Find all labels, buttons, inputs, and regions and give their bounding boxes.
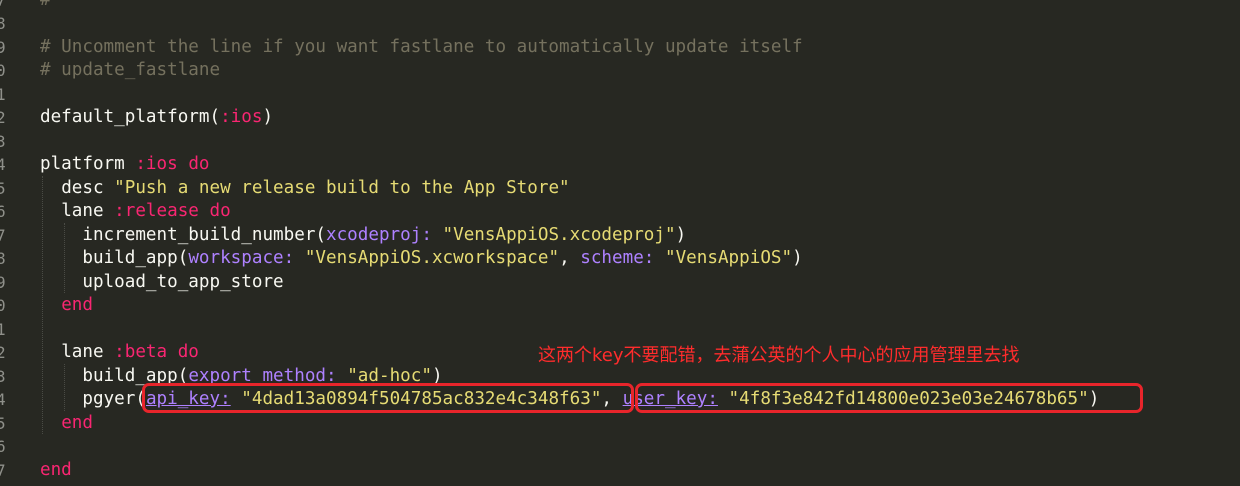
function-call: lane bbox=[61, 201, 104, 221]
code-line[interactable]: platform :ios do bbox=[40, 153, 210, 177]
code-line[interactable]: desc "Push a new release build to the Ap… bbox=[40, 177, 570, 201]
function-call: build_app( bbox=[82, 248, 189, 268]
line-number: 2 bbox=[0, 108, 6, 127]
function-call: desc bbox=[61, 177, 104, 198]
comment: # bbox=[40, 0, 51, 10]
symbol: :ios bbox=[135, 154, 178, 174]
paren: ) bbox=[262, 107, 274, 127]
symbol: :ios bbox=[220, 107, 263, 127]
symbol: :release bbox=[114, 201, 199, 221]
code-line[interactable]: default_platform(:ios) bbox=[40, 106, 273, 130]
comment: # Uncomment the line if you want fastlan… bbox=[40, 36, 803, 57]
code-line[interactable]: end bbox=[40, 294, 93, 318]
keyword: end bbox=[40, 459, 72, 480]
keyword: do bbox=[188, 154, 210, 174]
line-number: 0 bbox=[0, 296, 6, 315]
argument-key: xcodeproj: bbox=[326, 224, 432, 245]
comma: , bbox=[559, 248, 570, 268]
string-literal: "VensAppiOS.xcworkspace" bbox=[304, 248, 560, 268]
argument-key: scheme: bbox=[580, 248, 655, 268]
line-number: 7 bbox=[0, 0, 6, 10]
annotation-note: 这两个key不要配错，去蒲公英的个人中心的应用管理里去找 bbox=[538, 345, 1020, 366]
keyword: end bbox=[61, 412, 93, 433]
argument-key: workspace: bbox=[188, 248, 295, 268]
code-line[interactable]: # bbox=[40, 0, 51, 13]
function-call: lane bbox=[61, 342, 104, 362]
line-number: 7 bbox=[0, 460, 6, 480]
code-line[interactable]: build_app(workspace: "VensAppiOS.xcworks… bbox=[40, 247, 803, 271]
code-line[interactable]: upload_to_app_store bbox=[40, 271, 284, 295]
line-number: 8 bbox=[0, 249, 6, 268]
paren: ) bbox=[675, 224, 687, 245]
keyword: end bbox=[61, 295, 93, 315]
string-literal: "VensAppiOS.xcodeproj" bbox=[442, 224, 676, 245]
line-number: 8 bbox=[0, 14, 6, 33]
line-number: 9 bbox=[0, 37, 6, 57]
keyword: do bbox=[209, 201, 231, 221]
line-number: 9 bbox=[0, 272, 6, 292]
line-number: 1 bbox=[0, 319, 6, 339]
line-number: 0 bbox=[0, 61, 6, 80]
code-line[interactable]: lane :release do bbox=[40, 200, 231, 224]
line-number: 5 bbox=[0, 413, 6, 433]
line-number: 2 bbox=[0, 343, 6, 362]
string-literal: "VensAppiOS" bbox=[665, 248, 793, 268]
line-number-gutter: 7 8 9 0 1 2 3 4 5 6 7 8 9 0 1 2 3 4 5 6 … bbox=[0, 0, 30, 486]
string-literal: "Push a new release build to the App Sto… bbox=[114, 177, 570, 198]
function-call: increment_build_number( bbox=[82, 224, 326, 245]
paren: ) bbox=[792, 248, 803, 268]
code-line[interactable]: end bbox=[40, 459, 72, 483]
symbol: :beta bbox=[114, 342, 168, 362]
function-call: default_platform( bbox=[40, 107, 221, 127]
line-number: 3 bbox=[0, 131, 6, 151]
line-number: 4 bbox=[0, 390, 6, 409]
line-number: 7 bbox=[0, 225, 6, 245]
comment: # update_fastlane bbox=[40, 60, 221, 80]
code-line[interactable]: increment_build_number(xcodeproj: "VensA… bbox=[40, 224, 686, 248]
line-number: 6 bbox=[0, 437, 6, 456]
code-editor[interactable]: 7 8 9 0 1 2 3 4 5 6 7 8 9 0 1 2 3 4 5 6 … bbox=[0, 0, 1240, 486]
code-line[interactable]: # update_fastlane bbox=[40, 59, 220, 83]
code-line[interactable]: # Uncomment the line if you want fastlan… bbox=[40, 36, 803, 60]
api-key-highlight-box bbox=[142, 383, 634, 413]
function-call: pgyer( bbox=[82, 389, 146, 409]
keyword: do bbox=[177, 342, 199, 362]
user-key-highlight-box bbox=[635, 383, 1143, 413]
line-number: 4 bbox=[0, 155, 6, 174]
code-line[interactable]: lane :beta do bbox=[40, 341, 199, 365]
code-line[interactable]: end bbox=[40, 412, 93, 436]
function-call: platform bbox=[40, 154, 125, 174]
line-number: 5 bbox=[0, 178, 6, 198]
line-number: 6 bbox=[0, 202, 6, 221]
line-number: 1 bbox=[0, 84, 6, 104]
function-call: upload_to_app_store bbox=[82, 271, 284, 292]
line-number: 3 bbox=[0, 366, 6, 386]
